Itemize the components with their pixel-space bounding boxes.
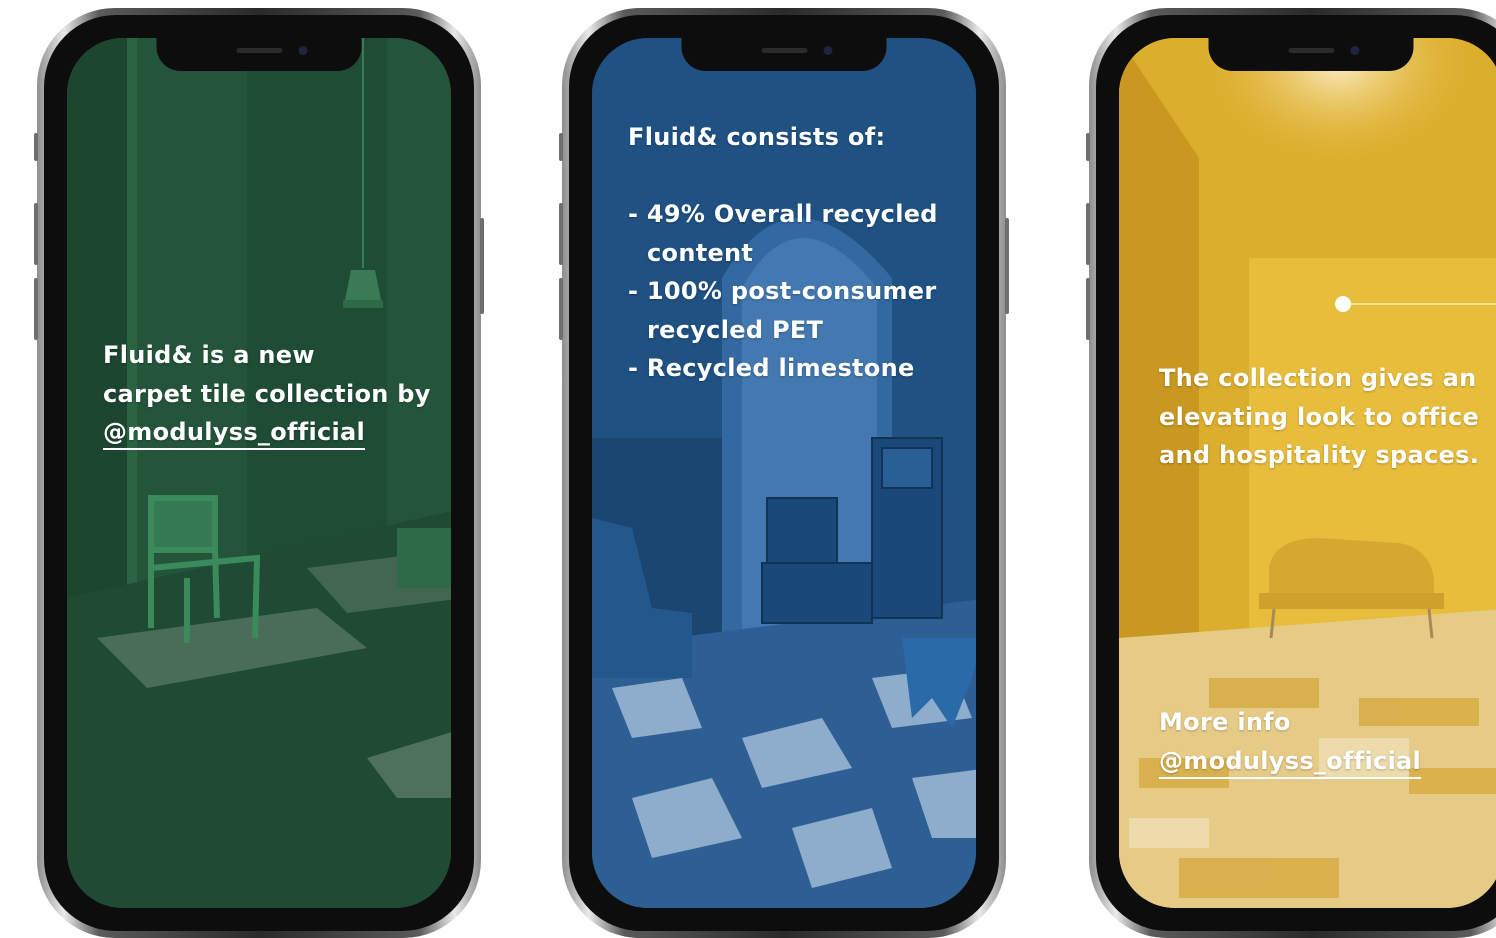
- more-info-block: More info @modulyss_official: [1159, 703, 1422, 780]
- pendant-lamp: [345, 270, 381, 300]
- caption-line: elevating look to office: [1159, 402, 1480, 431]
- power-button: [480, 218, 484, 314]
- volume-down-button: [559, 278, 563, 340]
- sofa: [1269, 538, 1434, 598]
- caption-line: and hospitality spaces.: [1159, 441, 1480, 469]
- bullet-line: content: [647, 238, 754, 267]
- mute-switch: [559, 133, 563, 161]
- more-info-label: More info: [1159, 708, 1291, 736]
- front-camera: [1350, 46, 1359, 55]
- mute-switch: [1086, 133, 1090, 161]
- speaker-grille: [236, 48, 282, 53]
- bench: [397, 528, 451, 588]
- phone-bezel: Fluid& consists of: - 49% Overall recycl…: [569, 15, 999, 931]
- phone-mockup-blue: Fluid& consists of: - 49% Overall recycl…: [559, 8, 1009, 938]
- story-caption: The collection gives an elevating look t…: [1159, 359, 1479, 475]
- notch: [156, 38, 362, 71]
- volume-up-button: [559, 203, 563, 265]
- story-screen-yellow: The collection gives an elevating look t…: [1119, 38, 1496, 908]
- green-room-scene: [67, 38, 451, 908]
- story-screen-blue: Fluid& consists of: - 49% Overall recycl…: [592, 38, 976, 908]
- story-screen-green: Fluid& is a new carpet tile collection b…: [67, 38, 451, 908]
- bullet-line: - Recycled limestone: [628, 354, 915, 382]
- volume-up-button: [34, 203, 38, 265]
- bullet-line: - 100% post-consumer: [628, 277, 937, 305]
- volume-down-button: [1086, 278, 1090, 340]
- bullet-line: recycled PET: [647, 315, 824, 344]
- account-handle-link[interactable]: @modulyss_official: [1159, 745, 1422, 779]
- front-camera: [298, 46, 307, 55]
- volume-down-button: [34, 278, 38, 340]
- story-caption: Fluid& consists of: - 49% Overall recycl…: [628, 118, 938, 388]
- caption-heading: Fluid& consists of:: [628, 123, 886, 151]
- caption-line: Fluid& is a new: [103, 341, 315, 369]
- speaker-grille: [1288, 48, 1334, 53]
- account-handle-link[interactable]: @modulyss_official: [103, 416, 366, 450]
- front-camera: [823, 46, 832, 55]
- notch: [681, 38, 887, 71]
- speaker-grille: [761, 48, 807, 53]
- phone-bezel: The collection gives an elevating look t…: [1096, 15, 1496, 931]
- volume-up-button: [1086, 203, 1090, 265]
- bullet-line: - 49% Overall recycled: [628, 200, 938, 228]
- phone-bezel: Fluid& is a new carpet tile collection b…: [44, 15, 474, 931]
- notch: [1208, 38, 1414, 71]
- caption-line: carpet tile collection by: [103, 379, 431, 408]
- indicator-dot: [1335, 296, 1351, 312]
- mute-switch: [34, 133, 38, 161]
- caption-line: The collection gives an: [1159, 364, 1477, 392]
- phone-mockup-yellow: The collection gives an elevating look t…: [1086, 8, 1496, 938]
- power-button: [1005, 218, 1009, 314]
- story-caption: Fluid& is a new carpet tile collection b…: [103, 336, 431, 452]
- phone-mockup-green: Fluid& is a new carpet tile collection b…: [34, 8, 484, 938]
